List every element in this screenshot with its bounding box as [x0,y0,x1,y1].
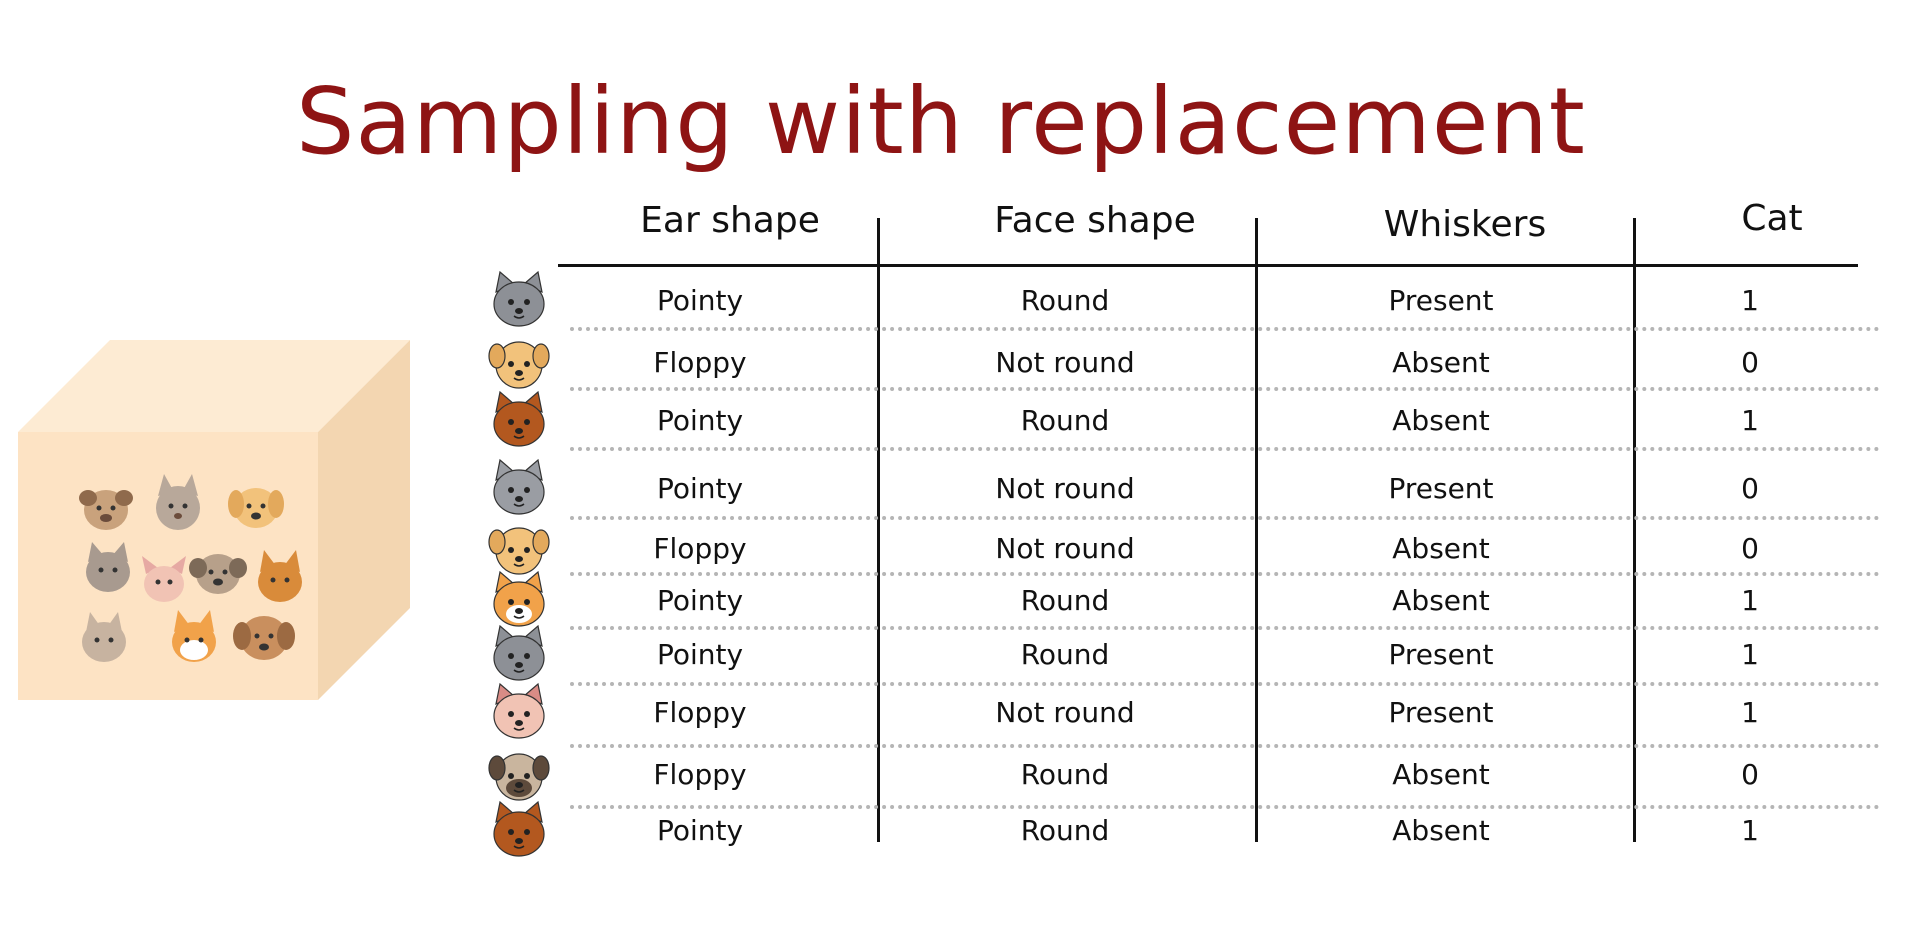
cell-ear-shape: Floppy [653,346,747,379]
table-row: Pointy Round Absent 1 [480,800,1880,864]
cell-ear-shape: Floppy [653,758,747,791]
gray-cat-icon [493,270,545,327]
slide-title: Sampling with replacement [296,68,1586,175]
column-header-cat: Cat [1741,198,1803,239]
cell-face-shape: Not round [995,472,1135,505]
pink-cat-icon [493,682,545,739]
header-rule [558,264,1858,267]
cell-cat: 1 [1741,814,1759,847]
row-separator [570,805,1880,809]
cell-ear-shape: Pointy [656,404,744,437]
cell-face-shape: Round [1020,814,1110,847]
cell-face-shape: Round [1020,284,1110,317]
cell-cat: 0 [1741,346,1759,379]
cell-whiskers: Absent [1392,758,1490,791]
row-separator [570,516,1880,520]
cell-face-shape: Round [1020,638,1110,671]
column-header-ear-shape: Ear shape [640,200,820,241]
table-row: Floppy Not round Present 1 [480,682,1880,746]
cell-whiskers: Present [1388,638,1494,671]
cell-whiskers: Absent [1392,532,1490,565]
cell-cat: 1 [1741,284,1759,317]
row-separator [570,744,1880,748]
cell-cat: 0 [1741,758,1759,791]
table-row: Floppy Round Absent 0 [480,748,1880,808]
brown-cat-icon [493,800,545,857]
cell-ear-shape: Pointy [656,638,744,671]
box-illustration [18,340,410,700]
brown-cat-icon [493,390,545,447]
table-row: Pointy Round Present 1 [480,624,1880,688]
sample-box [18,340,410,704]
row-separator [570,327,1880,331]
cell-whiskers: Present [1388,284,1494,317]
cell-cat: 0 [1741,532,1759,565]
cell-cat: 1 [1741,404,1759,437]
column-header-face-shape: Face shape [994,200,1196,241]
cell-whiskers: Absent [1392,346,1490,379]
cell-cat: 0 [1741,472,1759,505]
pug-dog-icon [488,753,550,801]
table-row: Pointy Round Absent 1 [480,570,1880,634]
row-separator [570,447,1880,451]
cell-face-shape: Not round [995,696,1135,729]
cell-face-shape: Round [1020,404,1110,437]
gray-wolf-icon [493,458,545,515]
cell-face-shape: Not round [995,346,1135,379]
slide: Sampling with replacement Ear shape Face… [0,0,1920,949]
data-table: Ear shape Face shape Whiskers Cat Pointy… [480,198,1880,870]
cell-ear-shape: Pointy [656,472,744,505]
cell-cat: 1 [1741,638,1759,671]
cell-ear-shape: Pointy [656,814,744,847]
cell-whiskers: Present [1388,472,1494,505]
cell-face-shape: Round [1020,584,1110,617]
box-animal-faces [79,474,302,662]
gray-cat-icon [493,624,545,681]
cell-whiskers: Absent [1392,584,1490,617]
row-separator [570,682,1880,686]
cell-whiskers: Absent [1392,404,1490,437]
row-separator [570,387,1880,391]
column-header-whiskers: Whiskers [1383,204,1547,245]
cell-whiskers: Present [1388,696,1494,729]
cell-ear-shape: Pointy [656,584,744,617]
row-separator [570,572,1880,576]
orange-white-cat-icon [493,570,545,627]
row-separator [570,626,1880,630]
cell-cat: 1 [1741,696,1759,729]
table-row: Pointy Not round Present 0 [480,458,1880,522]
cell-face-shape: Round [1020,758,1110,791]
yellow-dog-icon [488,341,550,389]
cell-ear-shape: Pointy [656,284,744,317]
cell-cat: 1 [1741,584,1759,617]
table-row: Pointy Round Present 1 [480,270,1880,334]
table-row: Pointy Round Absent 1 [480,390,1880,454]
cell-whiskers: Absent [1392,814,1490,847]
cell-face-shape: Not round [995,532,1135,565]
cell-ear-shape: Floppy [653,532,747,565]
cell-ear-shape: Floppy [653,696,747,729]
